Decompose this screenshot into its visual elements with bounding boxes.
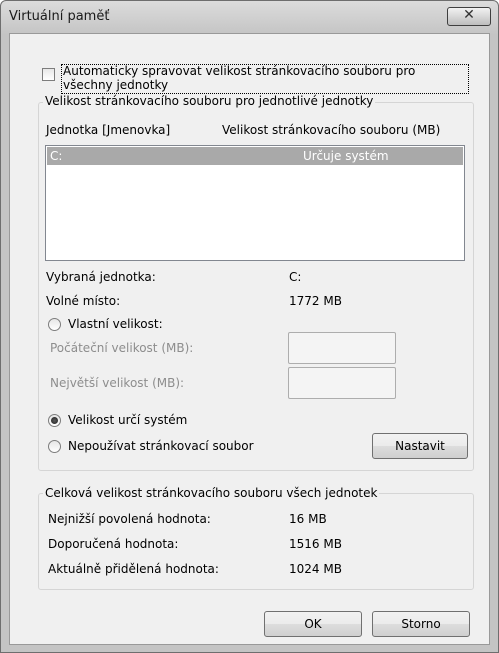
close-button[interactable]: ✕ [447,7,491,26]
custom-size-label[interactable]: Vlastní velikost: [68,317,163,331]
currently-allocated-value: 1024 MB [289,562,342,576]
selected-drive-label: Vybraná jednotka: [46,270,156,284]
window-title: Virtuální paměť [9,9,110,24]
column-header-size: Velikost stránkovacího souboru (MB) [222,123,441,137]
close-icon: ✕ [463,7,475,23]
min-allowed-label: Nejnižší povolená hodnota: [48,512,211,526]
initial-size-label: Počáteční velikost (MB): [50,341,194,355]
recommended-label: Doporučená hodnota: [48,537,179,551]
drive-list[interactable]: C: Určuje systém [45,145,465,261]
set-button[interactable]: Nastavit [372,433,468,459]
auto-manage-checkbox[interactable] [42,68,55,81]
column-header-drive: Jednotka [Jmenovka] [46,123,171,137]
auto-manage-label[interactable]: Automaticky spravovat velikost stránkova… [63,64,415,92]
recommended-value: 1516 MB [289,537,342,551]
max-size-label: Největší velikost (MB): [50,376,185,390]
custom-size-radio[interactable] [48,318,61,331]
system-managed-label[interactable]: Velikost určí systém [68,413,187,427]
free-space-value: 1772 MB [289,294,342,308]
system-managed-radio[interactable] [48,414,61,427]
cancel-button[interactable]: Storno [372,611,470,637]
no-paging-file-radio[interactable] [48,440,61,453]
auto-manage-label-line2: všechny jednotky [63,78,169,92]
min-allowed-value: 16 MB [289,512,327,526]
selected-drive-value: C: [289,270,302,284]
no-paging-file-label[interactable]: Nepoužívat stránkovací soubor [68,439,254,453]
ok-button[interactable]: OK [264,611,362,637]
virtual-memory-dialog: Virtuální paměť ✕ Automaticky spravovat … [0,0,499,653]
free-space-label: Volné místo: [46,294,121,308]
drive-group-legend: Velikost stránkovacího souboru pro jedno… [43,94,376,108]
size-cell: Určuje systém [303,149,389,163]
drive-list-row[interactable]: C: Určuje systém [47,147,463,165]
total-group-legend: Celková velikost stránkovacího souboru v… [43,486,380,500]
currently-allocated-label: Aktuálně přidělená hodnota: [48,562,219,576]
initial-size-input[interactable] [288,332,396,364]
drive-cell: C: [50,149,63,163]
max-size-input[interactable] [288,367,396,399]
dialog-client-area: Automaticky spravovat velikost stránkova… [9,33,490,645]
auto-manage-label-line1: Automaticky spravovat velikost stránkova… [63,64,416,78]
